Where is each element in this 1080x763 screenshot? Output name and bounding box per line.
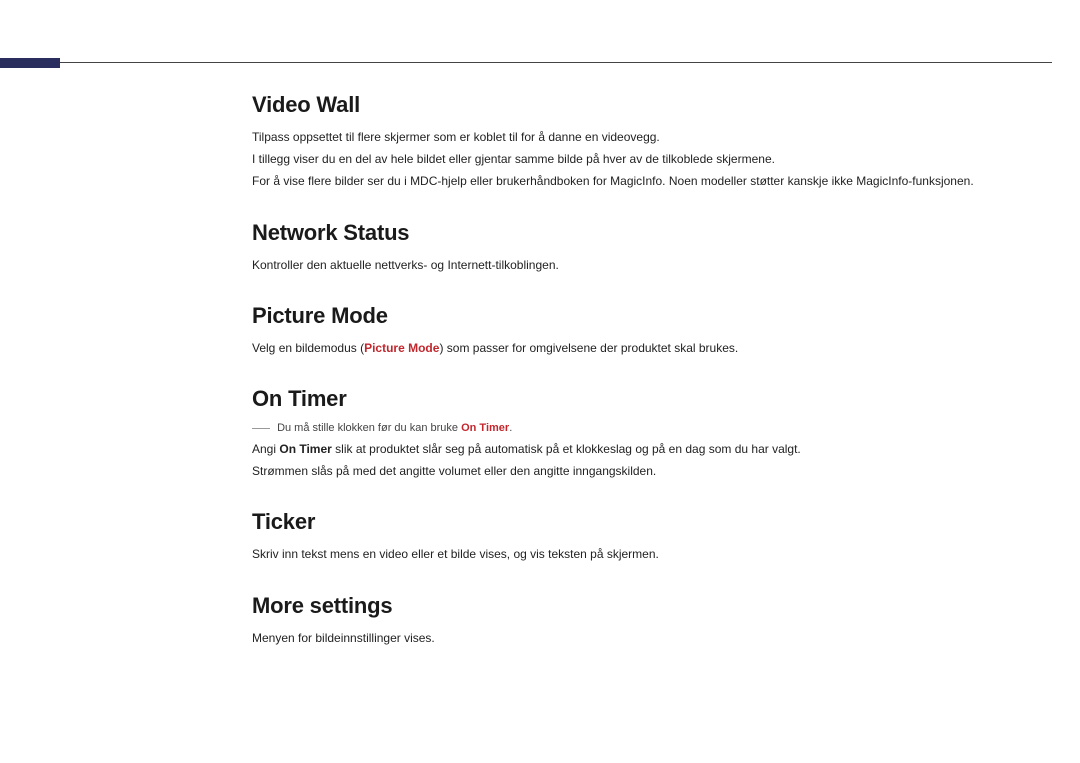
paragraph: Menyen for bildeinnstillinger vises. (252, 629, 1040, 648)
paragraph: Strømmen slås på med det angitte volumet… (252, 462, 1040, 481)
paragraph: I tillegg viser du en del av hele bildet… (252, 150, 1040, 169)
text-tail: slik at produktet slår seg på automatisk… (332, 442, 801, 456)
text-accent: Picture Mode (364, 341, 439, 355)
heading-video-wall: Video Wall (252, 92, 1040, 118)
page-top-rule (60, 62, 1052, 63)
page-accent-bar (0, 58, 60, 68)
note: Du må stille klokken før du kan bruke On… (252, 422, 1040, 434)
section-picture-mode: Picture Mode Velg en bildemodus (Picture… (252, 303, 1040, 358)
heading-network-status: Network Status (252, 220, 1040, 246)
section-network-status: Network Status Kontroller den aktuelle n… (252, 220, 1040, 275)
paragraph: For å vise flere bilder ser du i MDC-hje… (252, 172, 1040, 191)
note-dash-icon (252, 428, 270, 429)
section-on-timer: On Timer Du må stille klokken før du kan… (252, 386, 1040, 481)
text-lead: Velg en bildemodus ( (252, 341, 364, 355)
paragraph: Angi On Timer slik at produktet slår seg… (252, 440, 1040, 459)
section-video-wall: Video Wall Tilpass oppsettet til flere s… (252, 92, 1040, 192)
heading-on-timer: On Timer (252, 386, 1040, 412)
heading-picture-mode: Picture Mode (252, 303, 1040, 329)
section-more-settings: More settings Menyen for bildeinnstillin… (252, 593, 1040, 648)
text-lead: Angi (252, 442, 279, 456)
note-tail: . (509, 422, 512, 434)
paragraph: Tilpass oppsettet til flere skjermer som… (252, 128, 1040, 147)
paragraph: Velg en bildemodus (Picture Mode) som pa… (252, 339, 1040, 358)
page-content: Video Wall Tilpass oppsettet til flere s… (252, 92, 1040, 676)
text-tail: ) som passer for omgivelsene der produkt… (439, 341, 738, 355)
heading-more-settings: More settings (252, 593, 1040, 619)
heading-ticker: Ticker (252, 509, 1040, 535)
text-bold: On Timer (279, 442, 331, 456)
section-ticker: Ticker Skriv inn tekst mens en video ell… (252, 509, 1040, 564)
paragraph: Skriv inn tekst mens en video eller et b… (252, 545, 1040, 564)
paragraph: Kontroller den aktuelle nettverks- og In… (252, 256, 1040, 275)
note-accent: On Timer (461, 422, 509, 434)
note-lead: Du må stille klokken før du kan bruke (277, 422, 461, 434)
